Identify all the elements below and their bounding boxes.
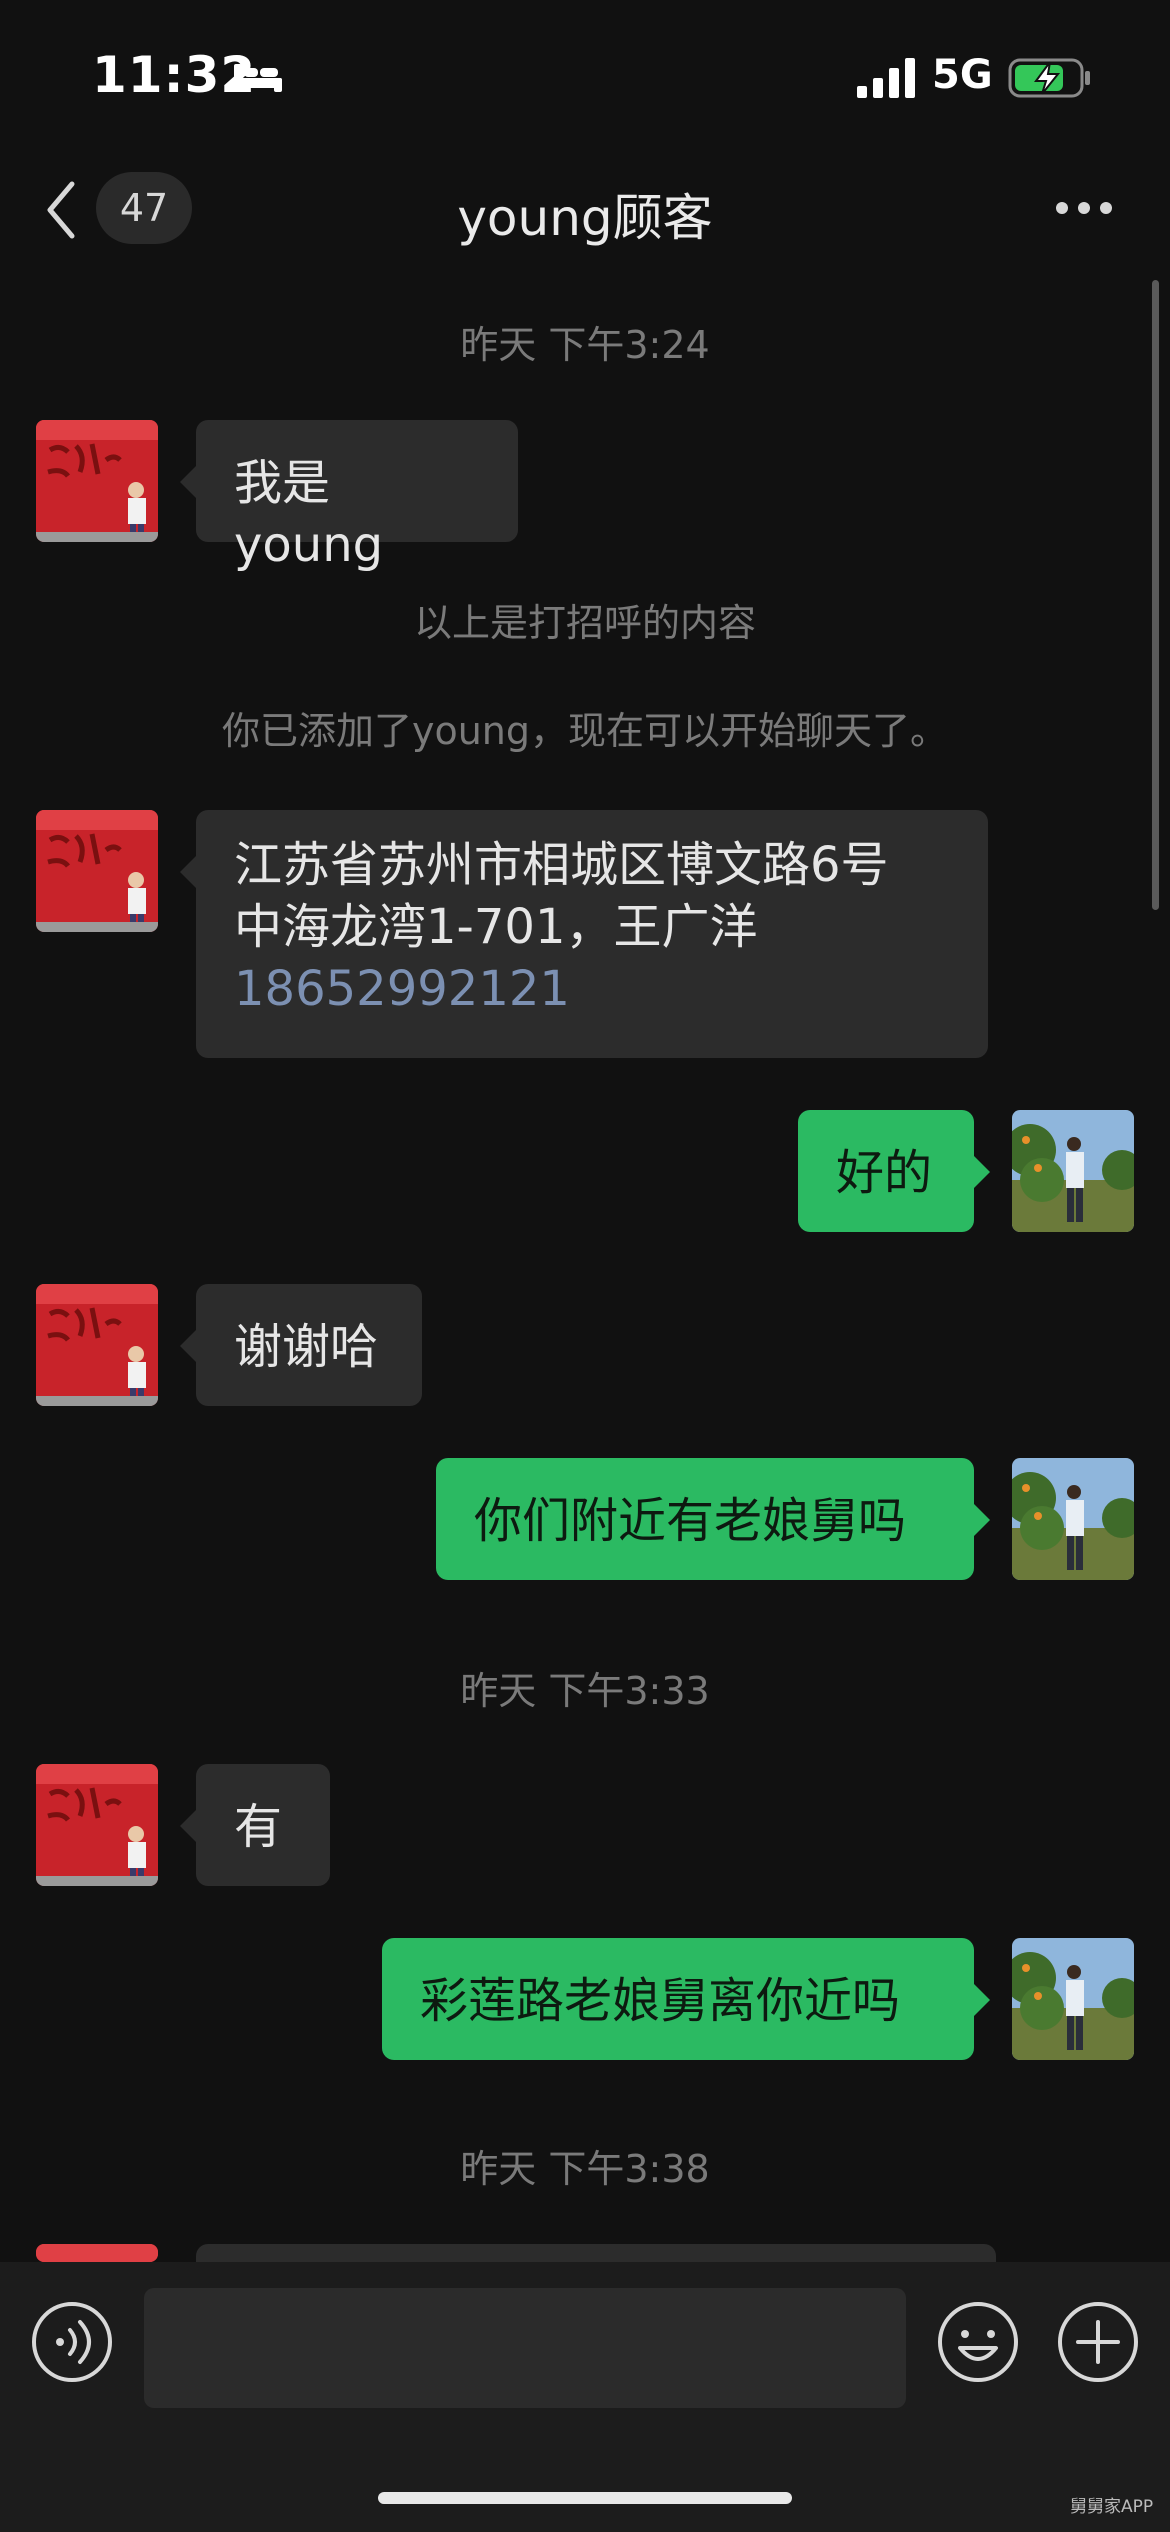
- message-bubble-outgoing[interactable]: 彩莲路老娘舅离你近吗: [382, 1938, 990, 2060]
- my-avatar[interactable]: [1012, 1938, 1134, 2060]
- chat-header: 47 young顾客: [0, 150, 1170, 270]
- message-bubble-incoming[interactable]: 谢谢哈: [180, 1284, 422, 1406]
- message-text: 中海龙湾1-701，王广洋: [234, 899, 758, 955]
- message-text: 江苏省苏州市相城区博文路6号: [234, 837, 889, 893]
- timestamp: 昨天 下午3:24: [460, 323, 710, 367]
- message-bubble-incoming[interactable]: 我是 young: [180, 420, 518, 573]
- cellular-signal-icon: [857, 58, 915, 98]
- message-text: 有: [234, 1799, 283, 1855]
- emoji-icon[interactable]: [936, 2300, 1020, 2384]
- message-bubble-incoming[interactable]: [180, 2244, 996, 2322]
- my-avatar[interactable]: [1012, 1458, 1134, 1580]
- status-bar: 11:32 5G: [0, 0, 1170, 150]
- home-indicator[interactable]: [378, 2492, 792, 2504]
- system-notice: 以上是打招呼的内容: [413, 601, 756, 645]
- chat-title: young顾客: [457, 189, 713, 247]
- contact-avatar[interactable]: [36, 1284, 158, 1406]
- message-bubble-outgoing[interactable]: 好的: [798, 1110, 990, 1232]
- more-options-icon[interactable]: [1054, 200, 1114, 216]
- watermark: 舅舅家APP: [1070, 2497, 1154, 2517]
- message-text: 好的: [836, 1145, 933, 1201]
- timestamp: 昨天 下午3:38: [460, 2147, 710, 2191]
- voice-input-icon[interactable]: [30, 2300, 114, 2384]
- timestamp: 昨天 下午3:33: [460, 1669, 710, 1713]
- message-bubble-incoming[interactable]: 有: [180, 1764, 330, 1886]
- message-text: 你们附近有老娘舅吗: [474, 1493, 907, 1549]
- contact-avatar[interactable]: [36, 810, 158, 932]
- contact-avatar[interactable]: [36, 420, 158, 542]
- plus-icon[interactable]: [1056, 2300, 1140, 2384]
- message-text-input[interactable]: [144, 2288, 906, 2408]
- message-text: 谢谢哈: [234, 1319, 379, 1375]
- contact-avatar[interactable]: [36, 1764, 158, 1886]
- bed-icon: [234, 64, 282, 92]
- phone-number-link[interactable]: 18652992121: [234, 958, 950, 1020]
- contact-avatar[interactable]: [36, 2244, 158, 2262]
- my-avatar[interactable]: [1012, 1110, 1134, 1232]
- network-type: 5G: [932, 52, 993, 98]
- message-text: 彩莲路老娘舅离你近吗: [420, 1973, 901, 2029]
- battery-charging-icon: [1008, 58, 1090, 98]
- chat-screen: 11:32 5G 47 young顾客 昨天 下午3:24 我是 young 以…: [0, 0, 1170, 2532]
- system-notice: 你已添加了young，现在可以开始聊天了。: [221, 709, 949, 753]
- message-bubble-outgoing[interactable]: 你们附近有老娘舅吗: [436, 1458, 990, 1580]
- message-text: 我是 young: [234, 455, 384, 573]
- message-bubble-incoming[interactable]: 江苏省苏州市相城区博文路6号 中海龙湾1-701，王广洋 18652992121: [180, 810, 988, 1058]
